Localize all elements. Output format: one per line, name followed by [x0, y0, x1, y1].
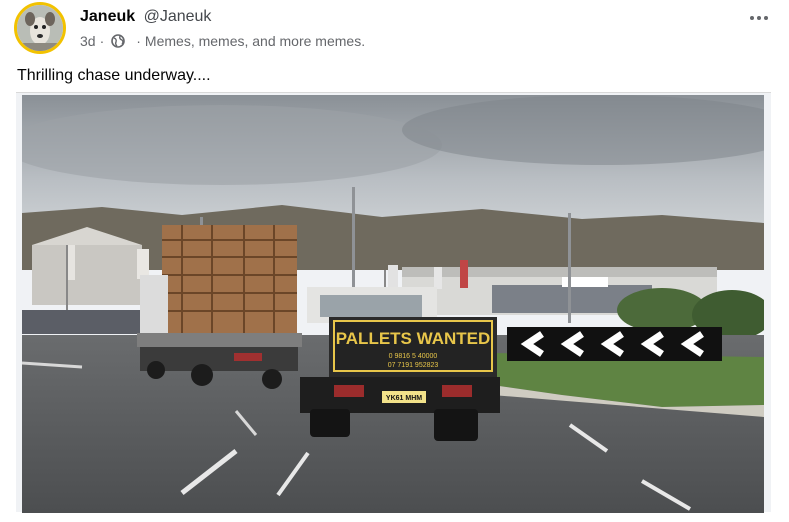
- tailgate-sign-text: PALLETS WANTED: [336, 329, 491, 348]
- audience-globe-icon: [110, 33, 126, 49]
- author-avatar[interactable]: [14, 2, 66, 54]
- number-plate-text: YK61 MHM: [386, 395, 422, 402]
- roundabout-trucks-photo: PALLETS WANTED 0 9816 5 40000 07 7191 95…: [22, 95, 764, 513]
- meta-separator: ·: [99, 33, 105, 49]
- post-photo[interactable]: PALLETS WANTED 0 9816 5 40000 07 7191 95…: [16, 92, 771, 513]
- group-description: Memes, memes, and more memes.: [144, 33, 366, 49]
- author-name[interactable]: Janeuk: [80, 8, 135, 25]
- tailgate-phone-1: 0 9816 5 40000: [389, 353, 438, 360]
- more-options-button[interactable]: [747, 8, 771, 28]
- author-handle[interactable]: @Janeuk: [144, 8, 212, 25]
- tailgate-phone-2: 07 7191 952823: [388, 362, 439, 369]
- dog-avatar-image: [17, 5, 63, 51]
- post-text: Thrilling chase underway....: [17, 67, 211, 84]
- more-dots-icon: [750, 16, 768, 20]
- meta-separator-2: ·: [136, 33, 141, 49]
- post-age[interactable]: 3d: [80, 33, 96, 49]
- post-meta: 3d · · Memes, memes, and more memes.: [80, 33, 365, 49]
- post-header: Janeuk @Janeuk 3d · · Memes, memes, and …: [0, 0, 789, 60]
